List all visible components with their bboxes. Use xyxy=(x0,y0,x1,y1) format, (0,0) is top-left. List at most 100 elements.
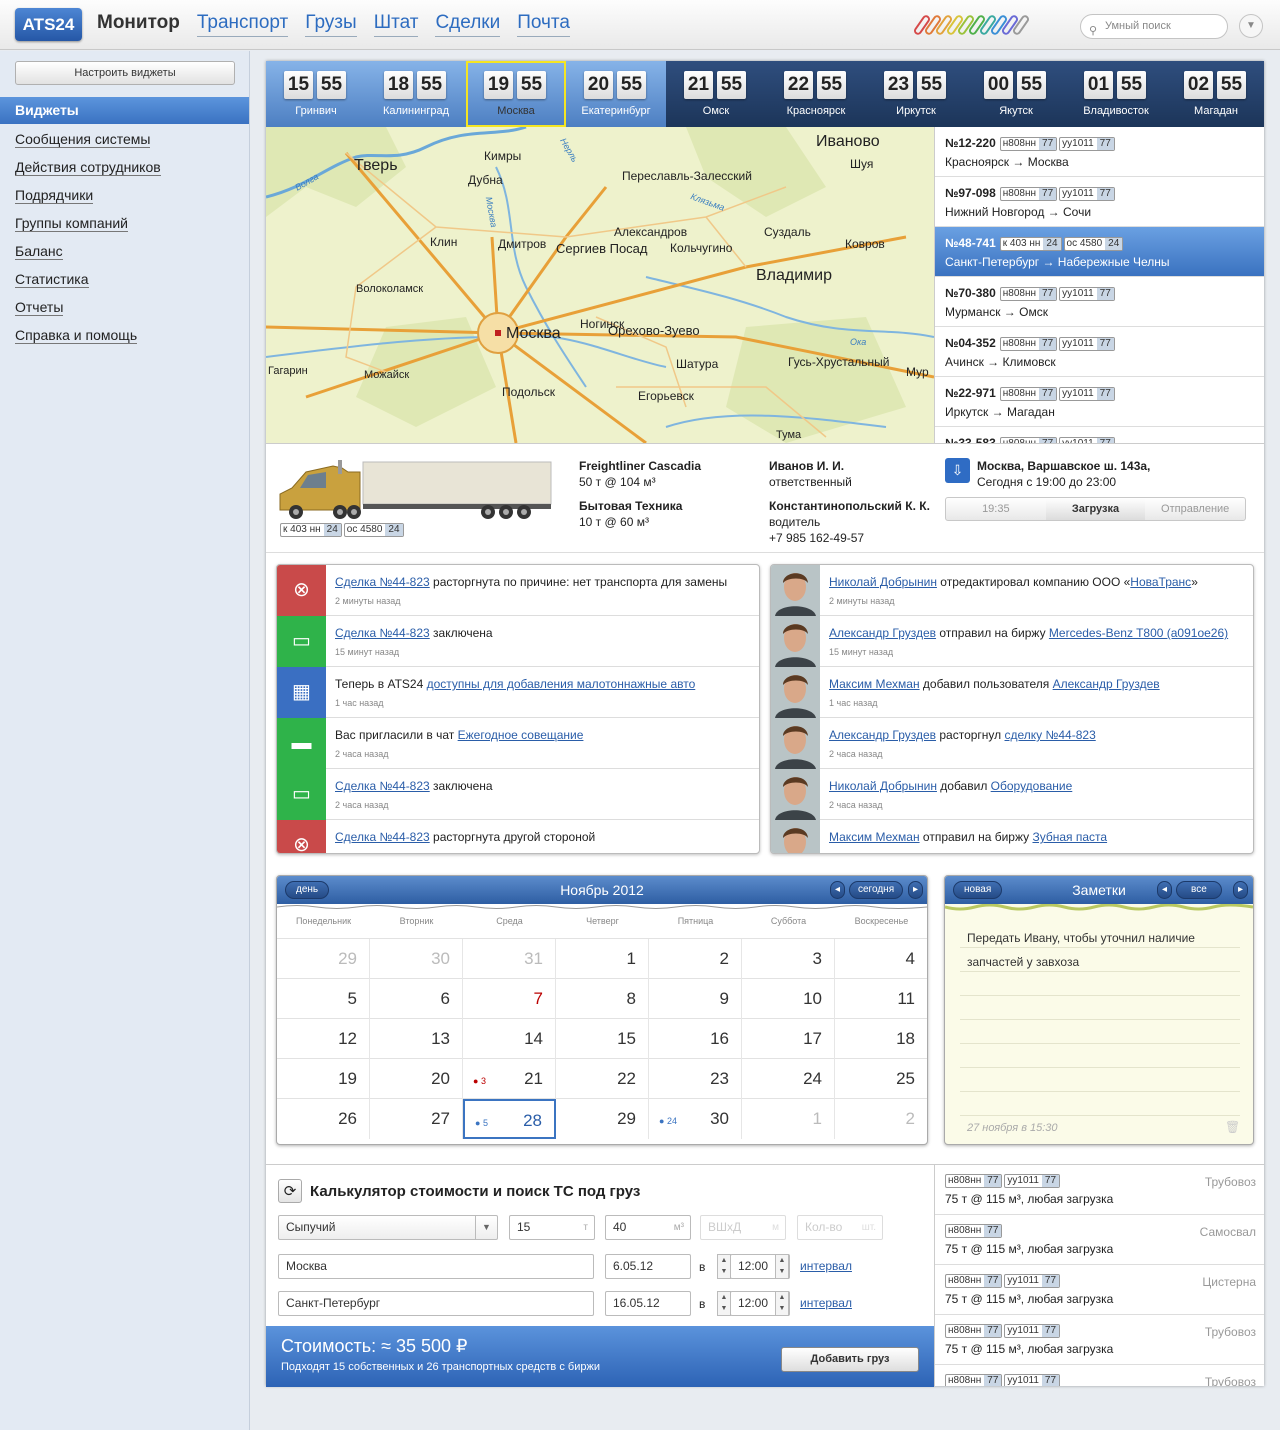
calendar-day[interactable]: ● 5 28 xyxy=(463,1099,556,1139)
dimensions-input[interactable]: ВШxД м xyxy=(700,1215,786,1240)
calendar-day[interactable]: 18 xyxy=(835,1019,927,1059)
sidebar-item-statistics[interactable]: Статистика xyxy=(15,271,161,299)
trash-icon[interactable]: 🗑 xyxy=(1225,1120,1240,1134)
user-link[interactable]: Николай Добрынин xyxy=(829,575,937,589)
calendar-day[interactable]: 23 xyxy=(649,1059,742,1099)
nav-monitor[interactable]: Монитор xyxy=(97,12,180,37)
calendar-day[interactable]: 10 xyxy=(742,979,835,1019)
calendar-day[interactable]: 11 xyxy=(835,979,927,1019)
route-list[interactable]: №12-220 н808нн 77 уу1011 77 Красноярск → Моск… xyxy=(934,127,1264,443)
calendar-day[interactable]: ● 24 30 xyxy=(649,1099,742,1139)
add-cargo-button[interactable]: Добавить груз xyxy=(781,1347,919,1372)
calendar-day[interactable]: 7 xyxy=(463,979,556,1019)
nav-staff[interactable]: Штат xyxy=(373,12,419,37)
calendar-today-button[interactable]: сегодня xyxy=(849,881,904,899)
calendar-day[interactable]: 2 xyxy=(835,1099,927,1139)
calendar-day[interactable]: 4 xyxy=(835,939,927,979)
all-notes-button[interactable]: все xyxy=(1176,881,1222,899)
object-link[interactable]: Mercedes-Benz T800 (а091ое26) xyxy=(1049,626,1228,640)
object-link[interactable]: Александр Груздев xyxy=(1053,677,1160,691)
nav-transport[interactable]: Транспорт xyxy=(196,12,289,37)
calendar-day[interactable]: 26 xyxy=(277,1099,370,1139)
sidebar-item-system-messages[interactable]: Сообщения системы xyxy=(15,131,161,159)
to-time-stepper[interactable]: ▲ ▼ xyxy=(717,1291,731,1316)
chevron-down-icon[interactable]: ▼ xyxy=(1239,14,1263,38)
notes-next-button[interactable]: ▸ xyxy=(1233,881,1249,899)
sidebar-item-balance[interactable]: Баланс xyxy=(15,243,161,271)
user-link[interactable]: Александр Груздев xyxy=(829,626,936,640)
calendar-day[interactable]: 27 xyxy=(370,1099,463,1139)
timezone-clock[interactable]: 00 55 Якутск xyxy=(966,61,1066,127)
configure-widgets-button[interactable]: Настроить виджеты xyxy=(15,61,235,85)
avatar[interactable] xyxy=(771,718,820,769)
route-item[interactable]: №48-741 к 403 нн 24 ос 4580 24 Санкт-Петербур… xyxy=(935,227,1264,277)
refresh-icon[interactable]: ⟳ xyxy=(278,1179,302,1203)
avatar[interactable] xyxy=(771,667,820,718)
notes-prev-button[interactable]: ◂ xyxy=(1157,881,1173,899)
calendar-day[interactable]: 20 xyxy=(370,1059,463,1099)
avatar[interactable] xyxy=(771,565,820,616)
calendar-day[interactable]: 2 xyxy=(649,939,742,979)
route-item[interactable]: №04-352 н808нн 77 уу1011 77 Ачинск → Климовск xyxy=(935,327,1264,377)
to-time-stepper-right[interactable]: ▲ ▼ xyxy=(775,1291,789,1316)
calendar-prev-button[interactable]: ◂ xyxy=(830,881,846,899)
calendar-day[interactable]: 17 xyxy=(742,1019,835,1059)
timezone-clock[interactable]: 02 55 Магадан xyxy=(1166,61,1266,127)
avatar[interactable] xyxy=(771,616,820,667)
vehicle-offer[interactable]: н808нн 77 уу1011 77 Трубовоз 75 т @ 115 м³, л… xyxy=(935,1315,1264,1365)
cargo-type-select[interactable]: Сыпучий ▼ xyxy=(278,1215,498,1240)
object-link[interactable]: Оборудование xyxy=(991,779,1073,793)
nav-mail[interactable]: Почта xyxy=(517,12,570,37)
sidebar-header[interactable]: Виджеты xyxy=(0,97,249,124)
route-item[interactable]: №70-380 н808нн 77 уу1011 77 Мурманск → Омск xyxy=(935,277,1264,327)
timezone-clock[interactable]: 01 55 Владивосток xyxy=(1066,61,1166,127)
from-city-input[interactable]: Москва xyxy=(278,1254,594,1279)
calendar-day[interactable]: 24 xyxy=(742,1059,835,1099)
calendar-day[interactable]: 1 xyxy=(556,939,649,979)
weight-input[interactable]: 15 т xyxy=(509,1215,595,1240)
nav-deals[interactable]: Сделки xyxy=(435,12,501,37)
user-link[interactable]: Николай Добрынин xyxy=(829,779,937,793)
vehicle-offer[interactable]: н808нн 77 Самосвал 75 т @ 115 м³, любая заг… xyxy=(935,1215,1264,1265)
quantity-input[interactable]: Кол-во шт. xyxy=(797,1215,883,1240)
calendar-day[interactable]: 8 xyxy=(556,979,649,1019)
object-link[interactable]: сделку №44-823 xyxy=(1005,728,1096,742)
sidebar-item-company-groups[interactable]: Группы компаний xyxy=(15,215,161,243)
timezone-clock[interactable]: 19 55 Москва xyxy=(466,61,566,127)
message-link[interactable]: Сделка №44-823 xyxy=(335,779,430,793)
app-logo[interactable]: ATS24 xyxy=(15,8,82,41)
sidebar-item-contractors[interactable]: Подрядчики xyxy=(15,187,161,215)
to-interval-link[interactable]: интервал xyxy=(800,1296,852,1310)
calendar-day[interactable]: 29 xyxy=(556,1099,649,1139)
user-link[interactable]: Александр Груздев xyxy=(829,728,936,742)
avatar[interactable] xyxy=(771,820,820,853)
calendar-day[interactable]: 9 xyxy=(649,979,742,1019)
volume-input[interactable]: 40 м³ xyxy=(605,1215,691,1240)
sidebar-item-reports[interactable]: Отчеты xyxy=(15,299,161,327)
from-time-stepper-right[interactable]: ▲ ▼ xyxy=(775,1254,789,1279)
to-date-input[interactable]: 16.05.12 xyxy=(605,1291,691,1316)
message-link[interactable]: доступны для добавления малотоннажные ав… xyxy=(427,677,696,691)
calendar-day[interactable]: 22 xyxy=(556,1059,649,1099)
search-input[interactable]: ⚲ Умный поиск xyxy=(1080,14,1228,39)
calendar-day-button[interactable]: день xyxy=(285,881,330,899)
vehicle-offer[interactable]: н808нн 77 уу1011 77 Трубовоз xyxy=(935,1365,1264,1386)
calendar-day[interactable]: 30 xyxy=(370,939,463,979)
object-link[interactable]: НоваТранс xyxy=(1130,575,1191,589)
from-date-input[interactable]: 6.05.12 xyxy=(605,1254,691,1279)
new-note-button[interactable]: новая xyxy=(953,881,1003,899)
route-item[interactable]: №12-220 н808нн 77 уу1011 77 Красноярск → Моск… xyxy=(935,127,1264,177)
message-link[interactable]: Ежегодное совещание xyxy=(458,728,584,742)
calendar-day[interactable]: 31 xyxy=(463,939,556,979)
route-item[interactable]: №97-098 н808нн 77 уу1011 77 Нижний Новгород →… xyxy=(935,177,1264,227)
user-link[interactable]: Максим Мехман xyxy=(829,677,920,691)
nav-cargo[interactable]: Грузы xyxy=(305,12,357,37)
from-time-stepper[interactable]: ▲ ▼ xyxy=(717,1254,731,1279)
calendar-day[interactable]: 5 xyxy=(277,979,370,1019)
calendar-day[interactable]: 16 xyxy=(649,1019,742,1059)
to-city-input[interactable]: Санкт-Петербург xyxy=(278,1291,594,1316)
route-item[interactable]: №22-971 н808нн 77 уу1011 77 Иркутск → Магадан xyxy=(935,377,1264,427)
timezone-clock[interactable]: 15 55 Гринвич xyxy=(266,61,366,127)
sidebar-item-employee-actions[interactable]: Действия сотрудников xyxy=(15,159,161,187)
map[interactable]: Тверь Иваново Кимры Шуя Дубна Переславль-Зале… xyxy=(266,127,934,443)
